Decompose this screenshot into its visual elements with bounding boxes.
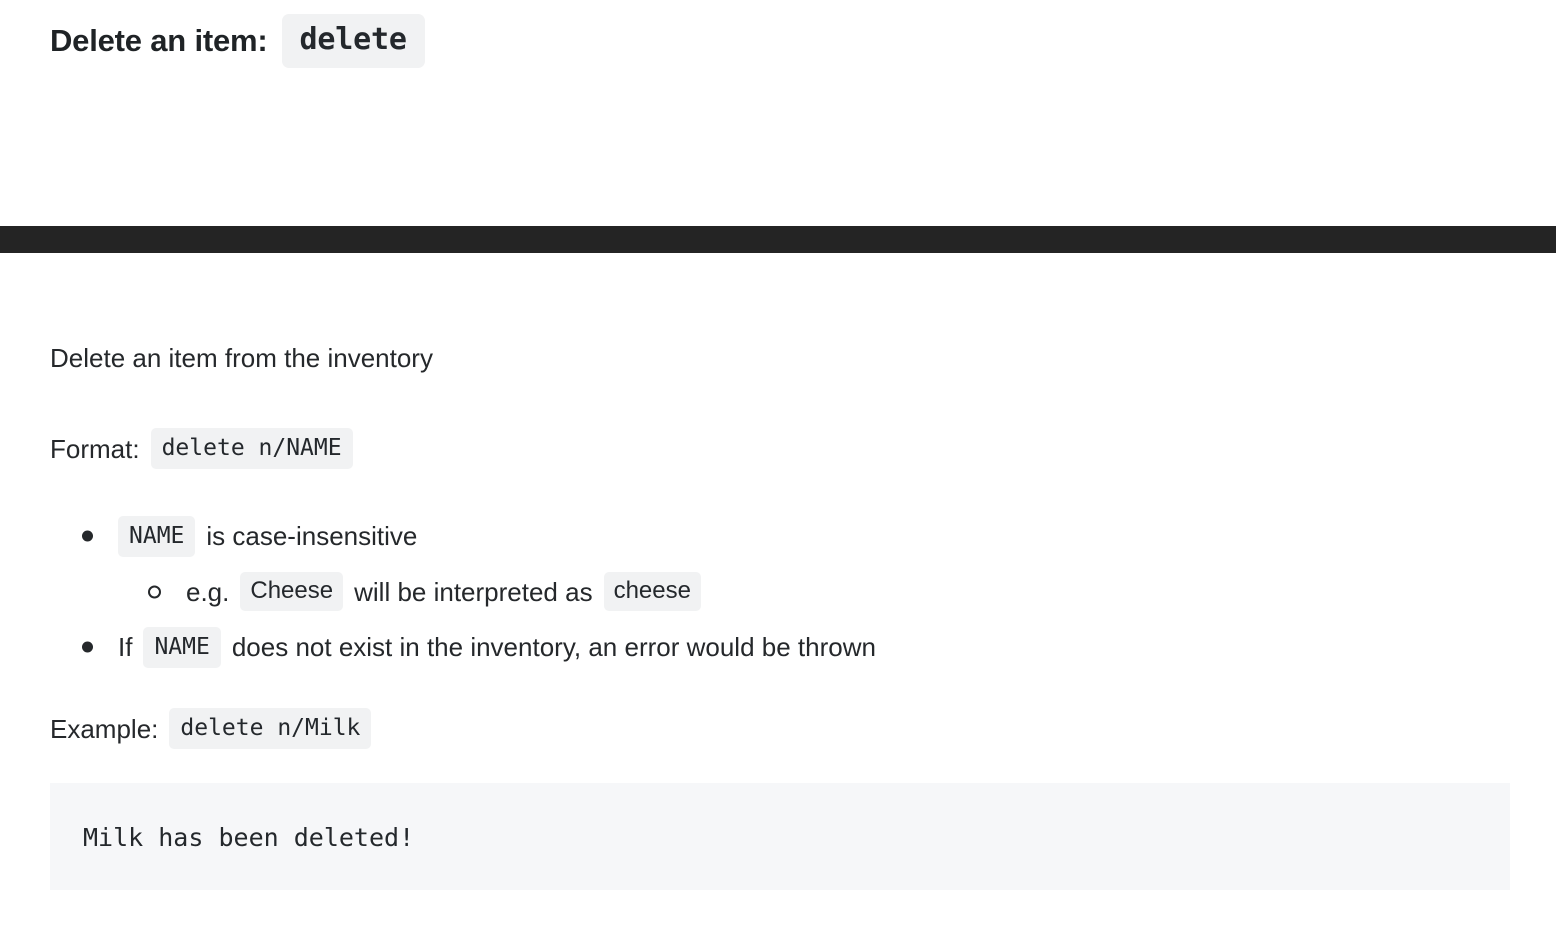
output-code-block-text: Milk has been deleted!: [83, 823, 415, 852]
example-label: Example:: [50, 713, 159, 744]
inline-code-chip: NAME: [143, 626, 221, 668]
output-code-block: Milk has been deleted!: [50, 783, 1510, 890]
list-item: If NAME does not exist in the inventory,…: [0, 619, 1500, 675]
page-title: Delete an item: delete: [50, 14, 425, 68]
list-item-label: e.g.: [186, 576, 230, 607]
format-paragraph: Format: delete n/NAME: [50, 428, 353, 469]
example-paragraph: Example: delete n/Milk: [50, 708, 372, 749]
inline-code-chip: NAME: [118, 515, 196, 557]
inline-code-chip: Cheese: [240, 572, 344, 611]
bullet-circle-icon: [148, 585, 161, 598]
example-code-chip: delete n/Milk: [169, 708, 372, 749]
intro-paragraph: Delete an item from the inventory: [50, 343, 433, 373]
list-item-label: does not exist in the inventory, an erro…: [231, 632, 876, 662]
page-title-command-chip: delete: [281, 14, 425, 68]
list-item: NAME is case-insensitive: [0, 508, 1500, 564]
bullet-disc-icon: [82, 530, 93, 542]
section-divider: [0, 226, 1556, 253]
inline-code-chip: cheese: [603, 572, 701, 611]
format-label: Format:: [50, 433, 140, 464]
page-title-text: Delete an item:: [50, 23, 268, 58]
list-item: e.g. Cheese will be interpreted as chees…: [0, 564, 1500, 619]
list-item-label: is case-insensitive: [206, 521, 418, 551]
format-code-chip: delete n/NAME: [150, 428, 353, 469]
bullet-disc-icon: [82, 641, 93, 653]
notes-list: NAME is case-insensitive e.g. Cheese wil…: [0, 508, 1500, 675]
list-item-label: If: [118, 632, 133, 662]
list-item-label: will be interpreted as: [354, 576, 593, 607]
